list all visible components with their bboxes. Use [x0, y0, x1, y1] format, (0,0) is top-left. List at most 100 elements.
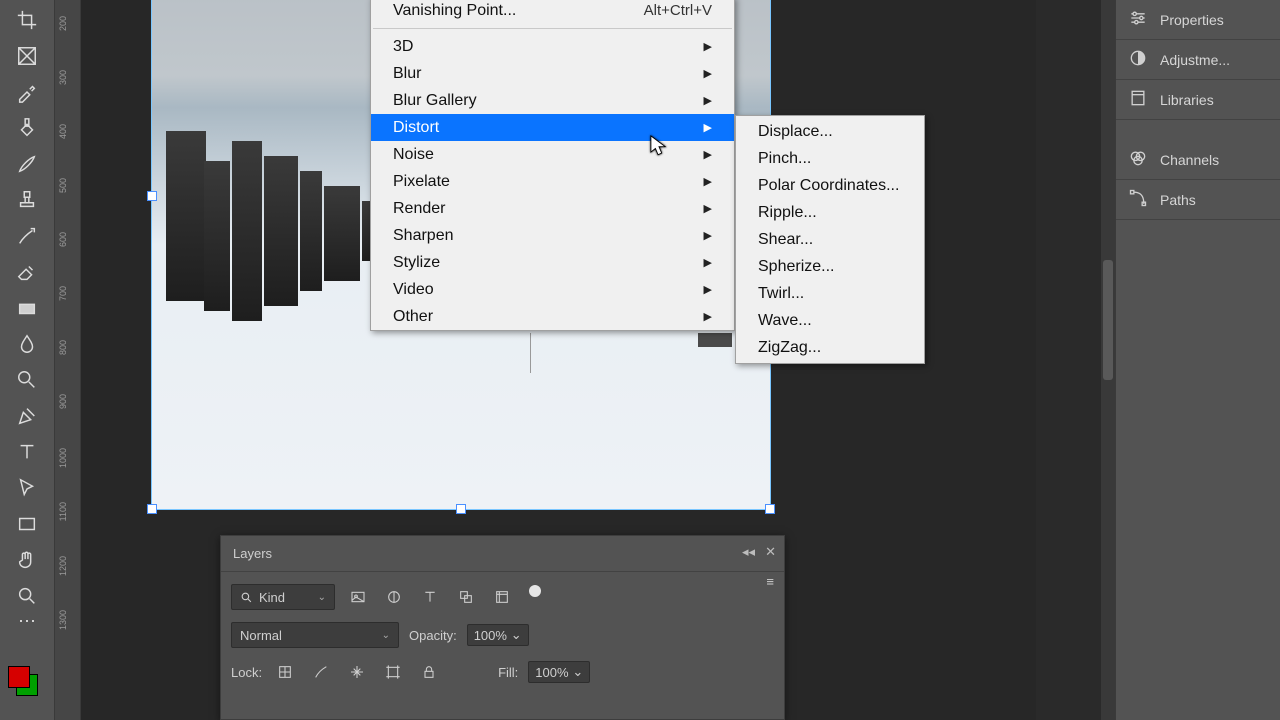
filter-shape-icon[interactable]: [453, 585, 479, 609]
submenu-item-twirl[interactable]: Twirl...: [736, 280, 924, 307]
brush-tool[interactable]: [10, 150, 44, 178]
lock-all-icon[interactable]: [416, 660, 442, 684]
submenu-item-wave[interactable]: Wave...: [736, 307, 924, 334]
lock-image-icon[interactable]: [308, 660, 334, 684]
filter-pixel-icon[interactable]: [345, 585, 371, 609]
menu-item-vanishing-point[interactable]: Vanishing Point... Alt+Ctrl+V: [371, 0, 734, 24]
menu-item-blur[interactable]: Blur▶: [371, 60, 734, 87]
zoom-tool[interactable]: [10, 582, 44, 610]
transform-handle-br[interactable]: [765, 504, 775, 514]
panel-menu-icon[interactable]: ≡: [766, 574, 774, 589]
tool-divider: ⋯: [10, 618, 44, 624]
submenu-item-displace[interactable]: Displace...: [736, 118, 924, 145]
scrollbar-thumb[interactable]: [1103, 260, 1113, 380]
submenu-item-label: Ripple...: [758, 204, 817, 222]
filter-adjustment-icon[interactable]: [381, 585, 407, 609]
menu-item-stylize[interactable]: Stylize▶: [371, 249, 734, 276]
menu-item-pixelate[interactable]: Pixelate▶: [371, 168, 734, 195]
menu-item-blur-gallery[interactable]: Blur Gallery▶: [371, 87, 734, 114]
close-icon[interactable]: ✕: [765, 544, 776, 560]
transform-handle-bottom[interactable]: [456, 504, 466, 514]
menu-item-sharpen[interactable]: Sharpen▶: [371, 222, 734, 249]
hand-tool[interactable]: [10, 546, 44, 574]
submenu-arrow-icon: ▶: [704, 94, 712, 107]
submenu-item-pinch[interactable]: Pinch...: [736, 145, 924, 172]
blur-tool[interactable]: [10, 330, 44, 358]
panel-tab-label: Channels: [1160, 152, 1219, 168]
submenu-arrow-icon: ▶: [704, 310, 712, 323]
eyedropper-tool[interactable]: [10, 78, 44, 106]
lock-artboard-icon[interactable]: [380, 660, 406, 684]
submenu-arrow-icon: ▶: [704, 229, 712, 242]
eraser-tool[interactable]: [10, 258, 44, 286]
rectangle-tool[interactable]: [10, 510, 44, 538]
ruler-tick: 500: [59, 178, 73, 193]
opacity-input[interactable]: 100% ⌄: [467, 624, 529, 646]
chevron-down-icon: ⌄: [572, 664, 583, 680]
menu-item-noise[interactable]: Noise▶: [371, 141, 734, 168]
panel-tab-label: Adjustme...: [1160, 52, 1230, 68]
history-brush-tool[interactable]: [10, 222, 44, 250]
filter-menu: Vanishing Point... Alt+Ctrl+V 3D▶Blur▶Bl…: [370, 0, 735, 331]
stamp-tool[interactable]: [10, 186, 44, 214]
dodge-tool[interactable]: [10, 366, 44, 394]
menu-item-render[interactable]: Render▶: [371, 195, 734, 222]
submenu-item-ripple[interactable]: Ripple...: [736, 199, 924, 226]
submenu-item-spherize[interactable]: Spherize...: [736, 253, 924, 280]
filter-type-icon[interactable]: [417, 585, 443, 609]
image-detail: [530, 333, 531, 373]
type-tool[interactable]: [10, 438, 44, 466]
filter-smartobject-icon[interactable]: [489, 585, 515, 609]
fill-input[interactable]: 100% ⌄: [528, 661, 590, 683]
ruler-tick: 700: [59, 286, 73, 301]
submenu-item-polarcoordinates[interactable]: Polar Coordinates...: [736, 172, 924, 199]
lock-transparency-icon[interactable]: [272, 660, 298, 684]
circle-half-icon: [1128, 48, 1148, 71]
blend-mode-select[interactable]: Normal ⌄: [231, 622, 399, 648]
layer-filter-kind[interactable]: Kind ⌄: [231, 584, 335, 610]
submenu-item-label: Pinch...: [758, 150, 811, 168]
submenu-item-zigzag[interactable]: ZigZag...: [736, 334, 924, 361]
menu-item-distort[interactable]: Distort▶: [371, 114, 734, 141]
menu-item-label: Pixelate: [393, 173, 450, 191]
ruler-tick: 1100: [59, 502, 73, 521]
submenu-arrow-icon: ▶: [704, 256, 712, 269]
frame-tool[interactable]: [10, 42, 44, 70]
panel-tab-paths[interactable]: Paths: [1116, 180, 1280, 220]
path-selection-tool[interactable]: [10, 474, 44, 502]
menu-item-3d[interactable]: 3D▶: [371, 33, 734, 60]
submenu-item-label: Polar Coordinates...: [758, 177, 899, 195]
ruler-tick: 1000: [59, 448, 73, 468]
submenu-item-label: Displace...: [758, 123, 833, 141]
submenu-item-shear[interactable]: Shear...: [736, 226, 924, 253]
tool-sidebar: ⋯: [0, 0, 55, 720]
lock-position-icon[interactable]: [344, 660, 370, 684]
crop-tool[interactable]: [10, 6, 44, 34]
sliders-icon: [1128, 8, 1148, 31]
menu-item-label: Other: [393, 308, 433, 326]
submenu-item-label: Twirl...: [758, 285, 804, 303]
ruler-tick: 1200: [59, 556, 73, 576]
menu-item-other[interactable]: Other ▶: [371, 303, 734, 330]
workarea-vscrollbar[interactable]: [1101, 0, 1115, 720]
filter-toggle-switch[interactable]: [529, 585, 541, 597]
panel-tab-properties[interactable]: Properties: [1116, 0, 1280, 40]
panel-tab-label: Paths: [1160, 192, 1196, 208]
ruler-tick: 300: [59, 70, 73, 85]
color-swatch[interactable]: [8, 666, 38, 696]
transform-handle-bl[interactable]: [147, 504, 157, 514]
pen-tool[interactable]: [10, 402, 44, 430]
menu-item-video[interactable]: Video▶: [371, 276, 734, 303]
ruler-tick: 800: [59, 340, 73, 355]
foreground-color[interactable]: [8, 666, 30, 688]
chevron-down-icon: ⌄: [382, 630, 390, 641]
healing-brush-tool[interactable]: [10, 114, 44, 142]
image-buildings: [166, 131, 401, 321]
menu-item-label: Noise: [393, 146, 434, 164]
transform-handle-left[interactable]: [147, 191, 157, 201]
panel-tab-adjustments[interactable]: Adjustme...: [1116, 40, 1280, 80]
panel-tab-libraries[interactable]: Libraries: [1116, 80, 1280, 120]
collapse-icon[interactable]: ◂◂: [742, 544, 755, 560]
panel-tab-channels[interactable]: Channels: [1116, 140, 1280, 180]
gradient-tool[interactable]: [10, 294, 44, 322]
